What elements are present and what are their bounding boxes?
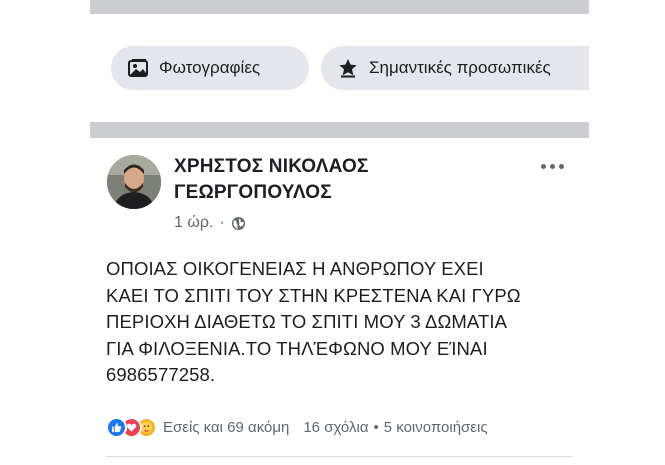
post-meta: 1 ώρ. · <box>174 212 246 234</box>
feed-post: ΧΡΗΣΤΟΣ ΝΙΚΟΛΑΟΣ ΓΕΩΡΓΟΠΟΥΛΟΣ 1 ώρ. · ΟΠ… <box>90 138 589 465</box>
more-dot <box>540 163 546 169</box>
photos-chip-label: Φωτογραφίες <box>159 58 261 77</box>
photos-chip[interactable]: Φωτογραφίες <box>111 46 309 90</box>
star-icon <box>337 57 359 79</box>
top-divider <box>90 0 589 14</box>
author-name[interactable]: ΧΡΗΣΤΟΣ ΝΙΚΟΛΑΟΣ ΓΕΩΡΓΟΠΟΥΛΟΣ <box>174 154 474 206</box>
more-dot <box>549 163 555 169</box>
author-avatar[interactable] <box>107 155 161 209</box>
post-stats-divider <box>106 456 573 457</box>
more-dot <box>558 163 564 169</box>
more-options-button[interactable] <box>535 156 569 176</box>
section-divider <box>90 122 589 138</box>
life-events-chip-label: Σημαντικές προσωπικές <box>369 58 551 77</box>
life-events-chip[interactable]: Σημαντικές προσωπικές <box>321 46 589 90</box>
meta-separator: · <box>219 214 225 231</box>
stats-separator: • <box>373 418 379 436</box>
comments-count[interactable]: 16 σχόλια <box>303 419 368 436</box>
post-stats: Εσείς και 69 ακόμη 16 σχόλια • 5 κοινοπο… <box>106 414 581 440</box>
shares-count[interactable]: 5 κοινοποιήσεις <box>384 419 488 436</box>
post-time[interactable]: 1 ώρ. <box>174 214 213 232</box>
profile-filter-chips: Φωτογραφίες Σημαντικές προσωπικές <box>90 14 589 122</box>
globe-icon <box>231 216 246 231</box>
reactions-summary[interactable]: Εσείς και 69 ακόμη <box>163 419 289 436</box>
post-text: ΟΠΟΙΑΣ ΟΙΚΟΓΕΝΕΙΑΣ Η ΑΝΘΡΩΠΟΥ ΕΧΕΙ ΚΑΕΙ … <box>106 258 521 385</box>
like-reaction-icon[interactable] <box>106 416 127 438</box>
photos-icon <box>127 57 149 79</box>
